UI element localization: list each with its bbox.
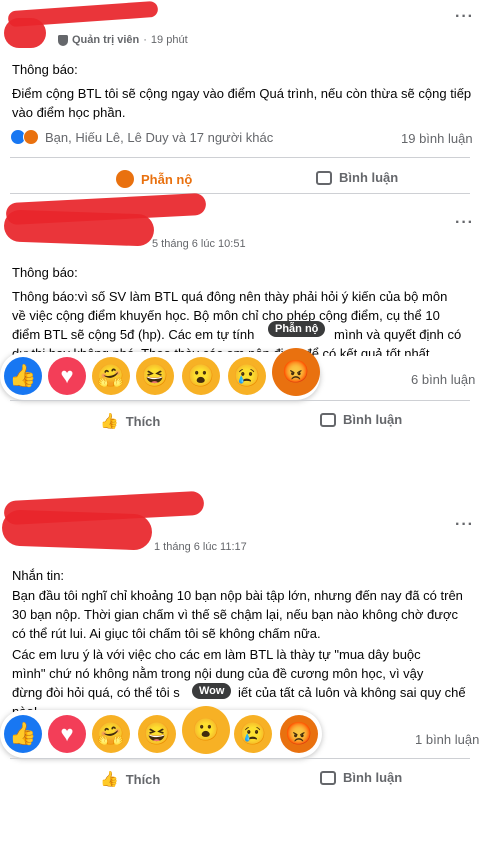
post-heading: Thông báo: <box>12 62 78 77</box>
sad-reaction-option[interactable]: 😢 <box>234 715 272 753</box>
like-reaction-option[interactable]: 👍 <box>4 357 42 395</box>
reaction-picker: 👍 ♥ 🤗 😆 😮 😢 😡 <box>0 348 320 400</box>
angry-reaction-option[interactable]: 😡 <box>272 348 320 396</box>
post-body-line: iết của tất cả luôn và không sai quy chế <box>238 685 466 700</box>
like-button[interactable]: 👍 Thích <box>100 412 160 430</box>
comment-icon <box>316 170 332 185</box>
post-time[interactable]: 1 tháng 6 lúc 11:17 <box>154 541 247 553</box>
wow-reaction-option[interactable]: 😮 <box>182 706 230 754</box>
like-reaction-option[interactable]: 👍 <box>4 715 42 753</box>
post-body-line: đừng đòi hỏi quá, có thể tôi s <box>12 685 180 700</box>
haha-reaction-option[interactable]: 😆 <box>136 357 174 395</box>
post-body-line: Các em lưu ý là với việc cho các em làm … <box>12 647 421 662</box>
redacted-avatar <box>1 509 153 551</box>
reaction-tooltip: Phẫn nộ <box>268 321 326 337</box>
post-body: Điểm cộng BTL tôi sẽ cộng ngay vào điểm … <box>12 86 472 120</box>
redacted-avatar <box>4 18 46 48</box>
reactors-text: Bạn, Hiếu Lê, Lê Duy và 17 người khác <box>45 129 274 145</box>
love-reaction-option[interactable]: ♥ <box>48 715 86 753</box>
comment-count[interactable]: 1 bình luận <box>415 732 479 747</box>
angry-reaction-button[interactable]: Phẫn nộ <box>116 170 192 188</box>
post-paragraph: Bạn đầu tôi nghĩ chỉ khoảng 10 bạn nộp b… <box>12 588 463 641</box>
comment-button[interactable]: Bình luận <box>320 412 402 427</box>
more-options-icon[interactable]: ··· <box>455 214 474 232</box>
post-heading: Nhắn tin: <box>12 568 65 583</box>
sad-reaction-option[interactable]: 😢 <box>228 357 266 395</box>
post-time[interactable]: 19 phút <box>151 34 188 46</box>
comment-button[interactable]: Bình luận <box>320 770 402 785</box>
post-body-line: Thông báo:vì số SV làm BTL quá đông nên … <box>12 289 448 304</box>
reaction-summary[interactable]: Bạn, Hiếu Lê, Lê Duy và 17 người khác <box>10 129 273 145</box>
angry-reaction-icon <box>23 129 39 145</box>
post-body-line: điểm BTL sẽ cộng 5đ (hp). Các em tự tính <box>12 327 255 342</box>
haha-reaction-option[interactable]: 😆 <box>138 715 176 753</box>
love-reaction-option[interactable]: ♥ <box>48 357 86 395</box>
post-body-line: mình" chứ nó không nằm trong nội dung củ… <box>12 666 424 681</box>
comment-count[interactable]: 6 bình luận <box>411 372 475 387</box>
care-reaction-option[interactable]: 🤗 <box>92 357 130 395</box>
post-body-line: mình và quyết định có <box>334 327 462 342</box>
more-options-icon[interactable]: ··· <box>455 516 474 534</box>
post-time[interactable]: 5 tháng 6 lúc 10:51 <box>152 238 246 250</box>
more-options-icon[interactable]: ··· <box>455 8 474 26</box>
angry-reaction-option[interactable]: 😡 <box>280 715 318 753</box>
redacted-avatar <box>3 209 155 247</box>
comment-icon <box>320 770 336 785</box>
reaction-picker: 👍 ♥ 🤗 😆 😮 😢 😡 <box>0 706 322 758</box>
comment-count[interactable]: 19 bình luận <box>401 131 473 146</box>
like-button[interactable]: 👍 Thích <box>100 770 160 788</box>
thumbs-up-icon: 👍 <box>100 413 119 430</box>
angry-face-icon <box>116 170 134 188</box>
thumbs-up-icon: 👍 <box>100 771 119 788</box>
comment-icon <box>320 412 336 427</box>
comment-button[interactable]: Bình luận <box>316 170 398 185</box>
admin-shield-icon <box>58 34 68 46</box>
post-heading: Thông báo: <box>12 265 78 280</box>
care-reaction-option[interactable]: 🤗 <box>92 715 130 753</box>
reaction-tooltip: Wow <box>192 683 232 699</box>
wow-reaction-option[interactable]: 😮 <box>182 357 220 395</box>
post-body-line: về việc cộng điểm khuyến học. Bộ môn chỉ… <box>12 308 440 323</box>
admin-badge: Quản trị viên <box>72 34 140 46</box>
